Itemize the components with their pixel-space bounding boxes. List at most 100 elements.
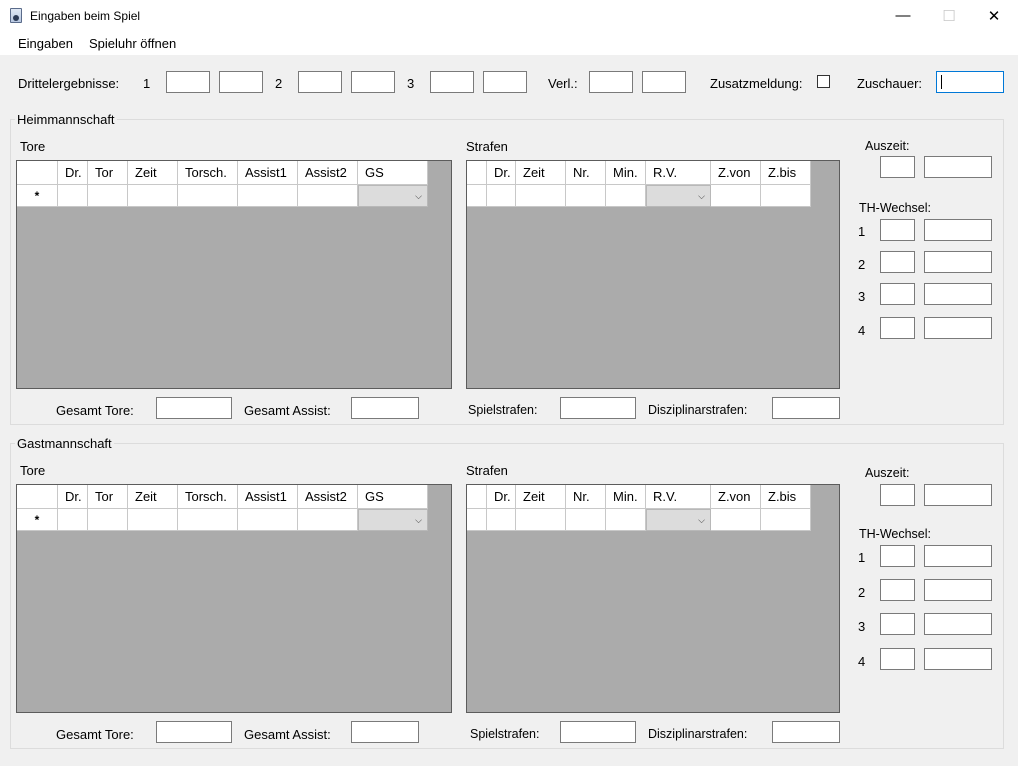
new-row-marker[interactable]: * bbox=[17, 185, 58, 207]
overtime-guest-input[interactable] bbox=[642, 71, 686, 93]
column-header[interactable]: Assist2 bbox=[298, 485, 358, 509]
grid-cell[interactable] bbox=[238, 185, 298, 207]
home-disziplinarstrafen-input[interactable] bbox=[772, 397, 840, 419]
row-header[interactable] bbox=[467, 509, 487, 531]
new-row-marker[interactable]: * bbox=[17, 509, 58, 531]
guest-gesamt-assist-input[interactable] bbox=[351, 721, 419, 743]
column-header[interactable]: Z.von bbox=[711, 161, 761, 185]
home-auszeit-period-input[interactable] bbox=[880, 156, 915, 178]
menu-spieluhr-oeffnen[interactable]: Spieluhr öffnen bbox=[89, 36, 176, 51]
home-th-1-period-input[interactable] bbox=[880, 219, 915, 241]
period-2-guest-input[interactable] bbox=[351, 71, 395, 93]
column-header[interactable]: Nr. bbox=[566, 485, 606, 509]
chevron-down-icon[interactable]: ⌵ bbox=[410, 186, 427, 206]
home-th-3-time-input[interactable] bbox=[924, 283, 992, 305]
chevron-down-icon[interactable]: ⌵ bbox=[410, 510, 427, 530]
close-button[interactable]: ✕ bbox=[971, 0, 1017, 31]
gs-combobox[interactable]: ⌵ bbox=[358, 185, 428, 207]
guest-gesamt-tore-input[interactable] bbox=[156, 721, 232, 743]
guest-th-4-period-input[interactable] bbox=[880, 648, 915, 670]
guest-th-3-period-input[interactable] bbox=[880, 613, 915, 635]
home-gesamt-tore-input[interactable] bbox=[156, 397, 232, 419]
column-header[interactable]: Min. bbox=[606, 485, 646, 509]
column-header[interactable]: R.V. bbox=[646, 485, 711, 509]
home-th-2-time-input[interactable] bbox=[924, 251, 992, 273]
period-1-home-input[interactable] bbox=[166, 71, 210, 93]
guest-th-1-time-input[interactable] bbox=[924, 545, 992, 567]
guest-th-2-time-input[interactable] bbox=[924, 579, 992, 601]
period-1-guest-input[interactable] bbox=[219, 71, 263, 93]
column-header[interactable]: Z.bis bbox=[761, 485, 811, 509]
home-penalty-grid[interactable]: Dr. Zeit Nr. Min. R.V. Z.von Z.bis ⌵ bbox=[466, 160, 840, 389]
column-header[interactable]: Min. bbox=[606, 161, 646, 185]
zuschauer-input[interactable] bbox=[936, 71, 1004, 93]
overtime-home-input[interactable] bbox=[589, 71, 633, 93]
grid-cell[interactable] bbox=[178, 185, 238, 207]
maximize-button[interactable]: ☐ bbox=[926, 0, 972, 31]
period-2-home-input[interactable] bbox=[298, 71, 342, 93]
guest-auszeit-period-input[interactable] bbox=[880, 484, 915, 506]
column-header[interactable]: GS bbox=[358, 485, 428, 509]
row-header[interactable] bbox=[467, 185, 487, 207]
column-header[interactable]: Dr. bbox=[487, 485, 516, 509]
grid-cell[interactable] bbox=[566, 185, 606, 207]
guest-th-4-time-input[interactable] bbox=[924, 648, 992, 670]
grid-cell[interactable] bbox=[88, 185, 128, 207]
menu-eingaben[interactable]: Eingaben bbox=[18, 36, 73, 51]
grid-cell[interactable] bbox=[566, 509, 606, 531]
column-header[interactable]: Dr. bbox=[487, 161, 516, 185]
home-goals-grid[interactable]: Dr. Tor Zeit Torsch. Assist1 Assist2 GS … bbox=[16, 160, 452, 389]
column-header[interactable]: Tor bbox=[88, 485, 128, 509]
column-header[interactable]: Zeit bbox=[128, 161, 178, 185]
column-header[interactable]: Zeit bbox=[128, 485, 178, 509]
column-header[interactable]: Dr. bbox=[58, 485, 88, 509]
guest-spielstrafen-input[interactable] bbox=[560, 721, 636, 743]
grid-cell[interactable] bbox=[298, 509, 358, 531]
guest-penalty-grid[interactable]: Dr. Zeit Nr. Min. R.V. Z.von Z.bis ⌵ bbox=[466, 484, 840, 713]
guest-th-2-period-input[interactable] bbox=[880, 579, 915, 601]
column-header[interactable]: Assist2 bbox=[298, 161, 358, 185]
grid-cell[interactable] bbox=[178, 509, 238, 531]
rv-combobox[interactable]: ⌵ bbox=[646, 509, 711, 531]
guest-auszeit-time-input[interactable] bbox=[924, 484, 992, 506]
column-header[interactable]: Tor bbox=[88, 161, 128, 185]
column-header[interactable]: Torsch. bbox=[178, 161, 238, 185]
column-header[interactable]: R.V. bbox=[646, 161, 711, 185]
zusatzmeldung-checkbox[interactable] bbox=[817, 75, 830, 88]
gs-combobox[interactable]: ⌵ bbox=[358, 509, 428, 531]
column-header[interactable]: Nr. bbox=[566, 161, 606, 185]
grid-cell[interactable] bbox=[761, 509, 811, 531]
period-3-home-input[interactable] bbox=[430, 71, 474, 93]
rv-combobox[interactable]: ⌵ bbox=[646, 185, 711, 207]
grid-cell[interactable] bbox=[58, 509, 88, 531]
grid-cell[interactable] bbox=[516, 509, 566, 531]
guest-th-1-period-input[interactable] bbox=[880, 545, 915, 567]
home-th-3-period-input[interactable] bbox=[880, 283, 915, 305]
grid-cell[interactable] bbox=[606, 185, 646, 207]
grid-cell[interactable] bbox=[711, 509, 761, 531]
column-header[interactable]: GS bbox=[358, 161, 428, 185]
column-header[interactable]: Z.bis bbox=[761, 161, 811, 185]
grid-cell[interactable] bbox=[487, 185, 516, 207]
grid-cell[interactable] bbox=[606, 509, 646, 531]
guest-disziplinarstrafen-input[interactable] bbox=[772, 721, 840, 743]
grid-cell[interactable] bbox=[128, 509, 178, 531]
grid-cell[interactable] bbox=[711, 185, 761, 207]
chevron-down-icon[interactable]: ⌵ bbox=[693, 510, 710, 530]
grid-cell[interactable] bbox=[88, 509, 128, 531]
guest-goals-grid[interactable]: Dr. Tor Zeit Torsch. Assist1 Assist2 GS … bbox=[16, 484, 452, 713]
grid-cell[interactable] bbox=[128, 185, 178, 207]
column-header[interactable]: Assist1 bbox=[238, 161, 298, 185]
grid-cell[interactable] bbox=[58, 185, 88, 207]
column-header[interactable]: Assist1 bbox=[238, 485, 298, 509]
home-auszeit-time-input[interactable] bbox=[924, 156, 992, 178]
home-th-2-period-input[interactable] bbox=[880, 251, 915, 273]
column-header[interactable]: Dr. bbox=[58, 161, 88, 185]
grid-cell[interactable] bbox=[516, 185, 566, 207]
grid-cell[interactable] bbox=[238, 509, 298, 531]
home-th-4-time-input[interactable] bbox=[924, 317, 992, 339]
column-header[interactable]: Z.von bbox=[711, 485, 761, 509]
home-gesamt-assist-input[interactable] bbox=[351, 397, 419, 419]
grid-cell[interactable] bbox=[761, 185, 811, 207]
column-header[interactable]: Torsch. bbox=[178, 485, 238, 509]
